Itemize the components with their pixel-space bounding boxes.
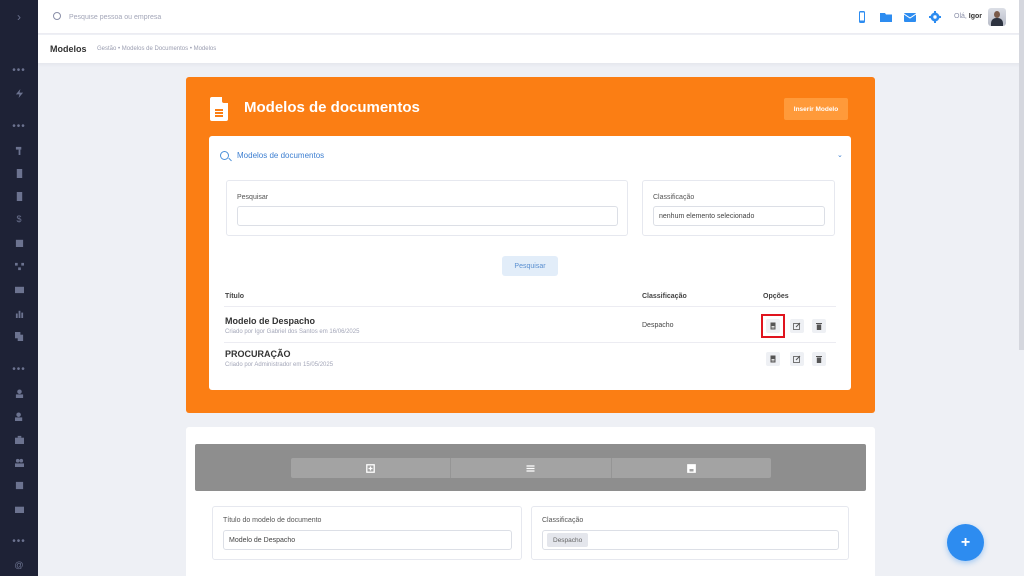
user-icon[interactable]: [0, 384, 38, 402]
classification-select[interactable]: nenhum elemento selecionado: [653, 206, 825, 226]
scrollbar[interactable]: [1019, 0, 1024, 350]
chevron-down-icon[interactable]: ⌄: [837, 151, 843, 159]
user-greeting: Olá, Igor: [954, 13, 983, 20]
template-title-input[interactable]: Modelo de Despacho: [223, 530, 512, 550]
column-header-title: Título: [225, 293, 245, 300]
editor-toolbar: [195, 444, 866, 491]
classification-label: Classificação: [653, 194, 695, 201]
edit-button[interactable]: [790, 352, 804, 366]
row-subtitle: Criado por Administrador em 15/05/2025: [225, 362, 334, 368]
sidebar: › ••• ••• $ ••• ••• @: [0, 0, 38, 576]
classification-chip[interactable]: Despacho: [547, 533, 589, 547]
page-title: Modelos: [50, 44, 87, 54]
document-icon[interactable]: [0, 164, 38, 182]
sidebar-toggle-icon[interactable]: ›: [0, 0, 38, 34]
dollar-icon[interactable]: $: [0, 210, 38, 228]
search-field-label: Pesquisar: [237, 194, 269, 201]
search-panel: Modelos de documentos ⌄ Pesquisar Classi…: [209, 136, 851, 390]
breadcrumb: Gestão • Modelos de Documentos • Modelos: [97, 46, 217, 52]
lightning-icon[interactable]: [0, 84, 38, 102]
template-editor-card: Título do modelo de documento Modelo de …: [186, 427, 875, 576]
more-icon: •••: [12, 536, 26, 547]
hammer-icon[interactable]: [0, 141, 38, 159]
row-title: Modelo de Despacho: [225, 316, 316, 326]
search-icon: [53, 12, 61, 20]
search-field-input[interactable]: [237, 206, 618, 226]
delete-button[interactable]: [812, 352, 826, 366]
edit-button[interactable]: [790, 319, 804, 333]
row-title: PROCURAÇÃO: [225, 349, 291, 359]
gear-icon[interactable]: [929, 11, 941, 23]
file-icon[interactable]: [0, 187, 38, 205]
highlight-box: [761, 314, 785, 338]
settings-button[interactable]: [451, 458, 612, 478]
card-title: Modelos de documentos: [244, 99, 420, 116]
more-icon: •••: [12, 121, 26, 132]
accordion-title[interactable]: Modelos de documentos: [237, 151, 324, 160]
briefcase-icon[interactable]: [0, 430, 38, 448]
phone-icon[interactable]: [856, 11, 868, 23]
avatar[interactable]: [988, 8, 1006, 26]
add-fab-button[interactable]: +: [947, 524, 984, 561]
delete-button[interactable]: [812, 319, 826, 333]
view-document-button[interactable]: [766, 352, 780, 366]
users-icon[interactable]: [0, 453, 38, 471]
user-add-icon[interactable]: [0, 407, 38, 425]
search-field-box: Pesquisar: [226, 180, 628, 236]
column-header-options: Opções: [763, 293, 789, 300]
calendar-icon[interactable]: [0, 233, 38, 251]
row-subtitle: Criado por Igor Gabriel dos Santos em 16…: [225, 329, 360, 335]
search-icon: [220, 151, 229, 160]
mail-icon[interactable]: [904, 11, 916, 23]
more-icon: •••: [12, 364, 26, 375]
page-header: Modelos Gestão • Modelos de Documentos •…: [38, 35, 1024, 63]
editor-toolbar-buttons: [291, 458, 771, 478]
template-title-label: Título do modelo de documento: [223, 517, 322, 524]
editor-classification-select[interactable]: Despacho: [542, 530, 839, 550]
document-icon: [210, 97, 228, 121]
templates-card: Modelos de documentos Inserir Modelo Mod…: [186, 77, 875, 413]
search-button[interactable]: Pesquisar: [502, 256, 558, 276]
gift-icon[interactable]: [0, 499, 38, 517]
workflow-icon[interactable]: [0, 257, 38, 275]
at-icon[interactable]: @: [0, 556, 38, 574]
folder-icon[interactable]: [0, 280, 38, 298]
insert-template-button[interactable]: Inserir Modelo: [784, 98, 848, 120]
sliders-icon: [526, 464, 535, 472]
divider: [224, 306, 836, 307]
chart-icon[interactable]: [0, 304, 38, 322]
row-classification: Despacho: [642, 322, 674, 329]
copy-icon[interactable]: [0, 327, 38, 345]
plus-square-icon: [366, 463, 376, 473]
search-input[interactable]: [69, 10, 309, 24]
more-icon: •••: [12, 65, 26, 76]
editor-classification-label: Classificação: [542, 517, 584, 524]
editor-classification-box: Classificação Despacho: [531, 506, 849, 560]
topbar: Olá, Igor: [38, 0, 1024, 34]
column-header-classification: Classificação: [642, 293, 687, 300]
id-card-icon[interactable]: [0, 476, 38, 494]
folder-icon[interactable]: [880, 11, 892, 23]
save-button[interactable]: [612, 458, 771, 478]
divider: [224, 342, 836, 343]
template-title-box: Título do modelo de documento Modelo de …: [212, 506, 522, 560]
save-icon: [686, 463, 696, 473]
insert-field-button[interactable]: [291, 458, 452, 478]
classification-field-box: Classificação nenhum elemento selecionad…: [642, 180, 835, 236]
